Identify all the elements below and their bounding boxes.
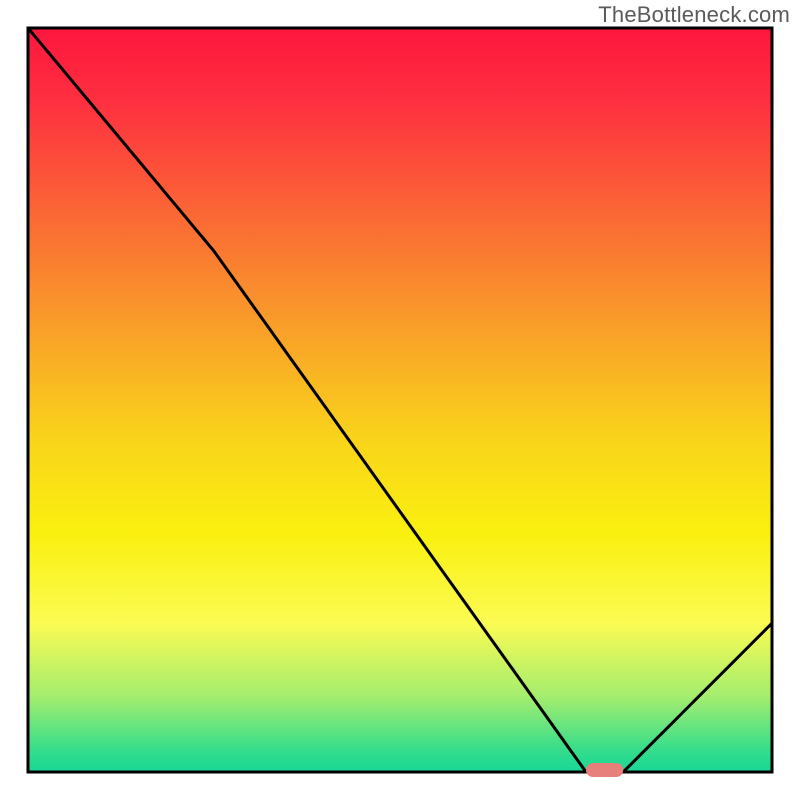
chart-frame: TheBottleneck.com: [0, 0, 800, 800]
bottleneck-chart: [0, 0, 800, 800]
gradient-background: [28, 28, 772, 772]
optimal-marker: [586, 763, 623, 777]
